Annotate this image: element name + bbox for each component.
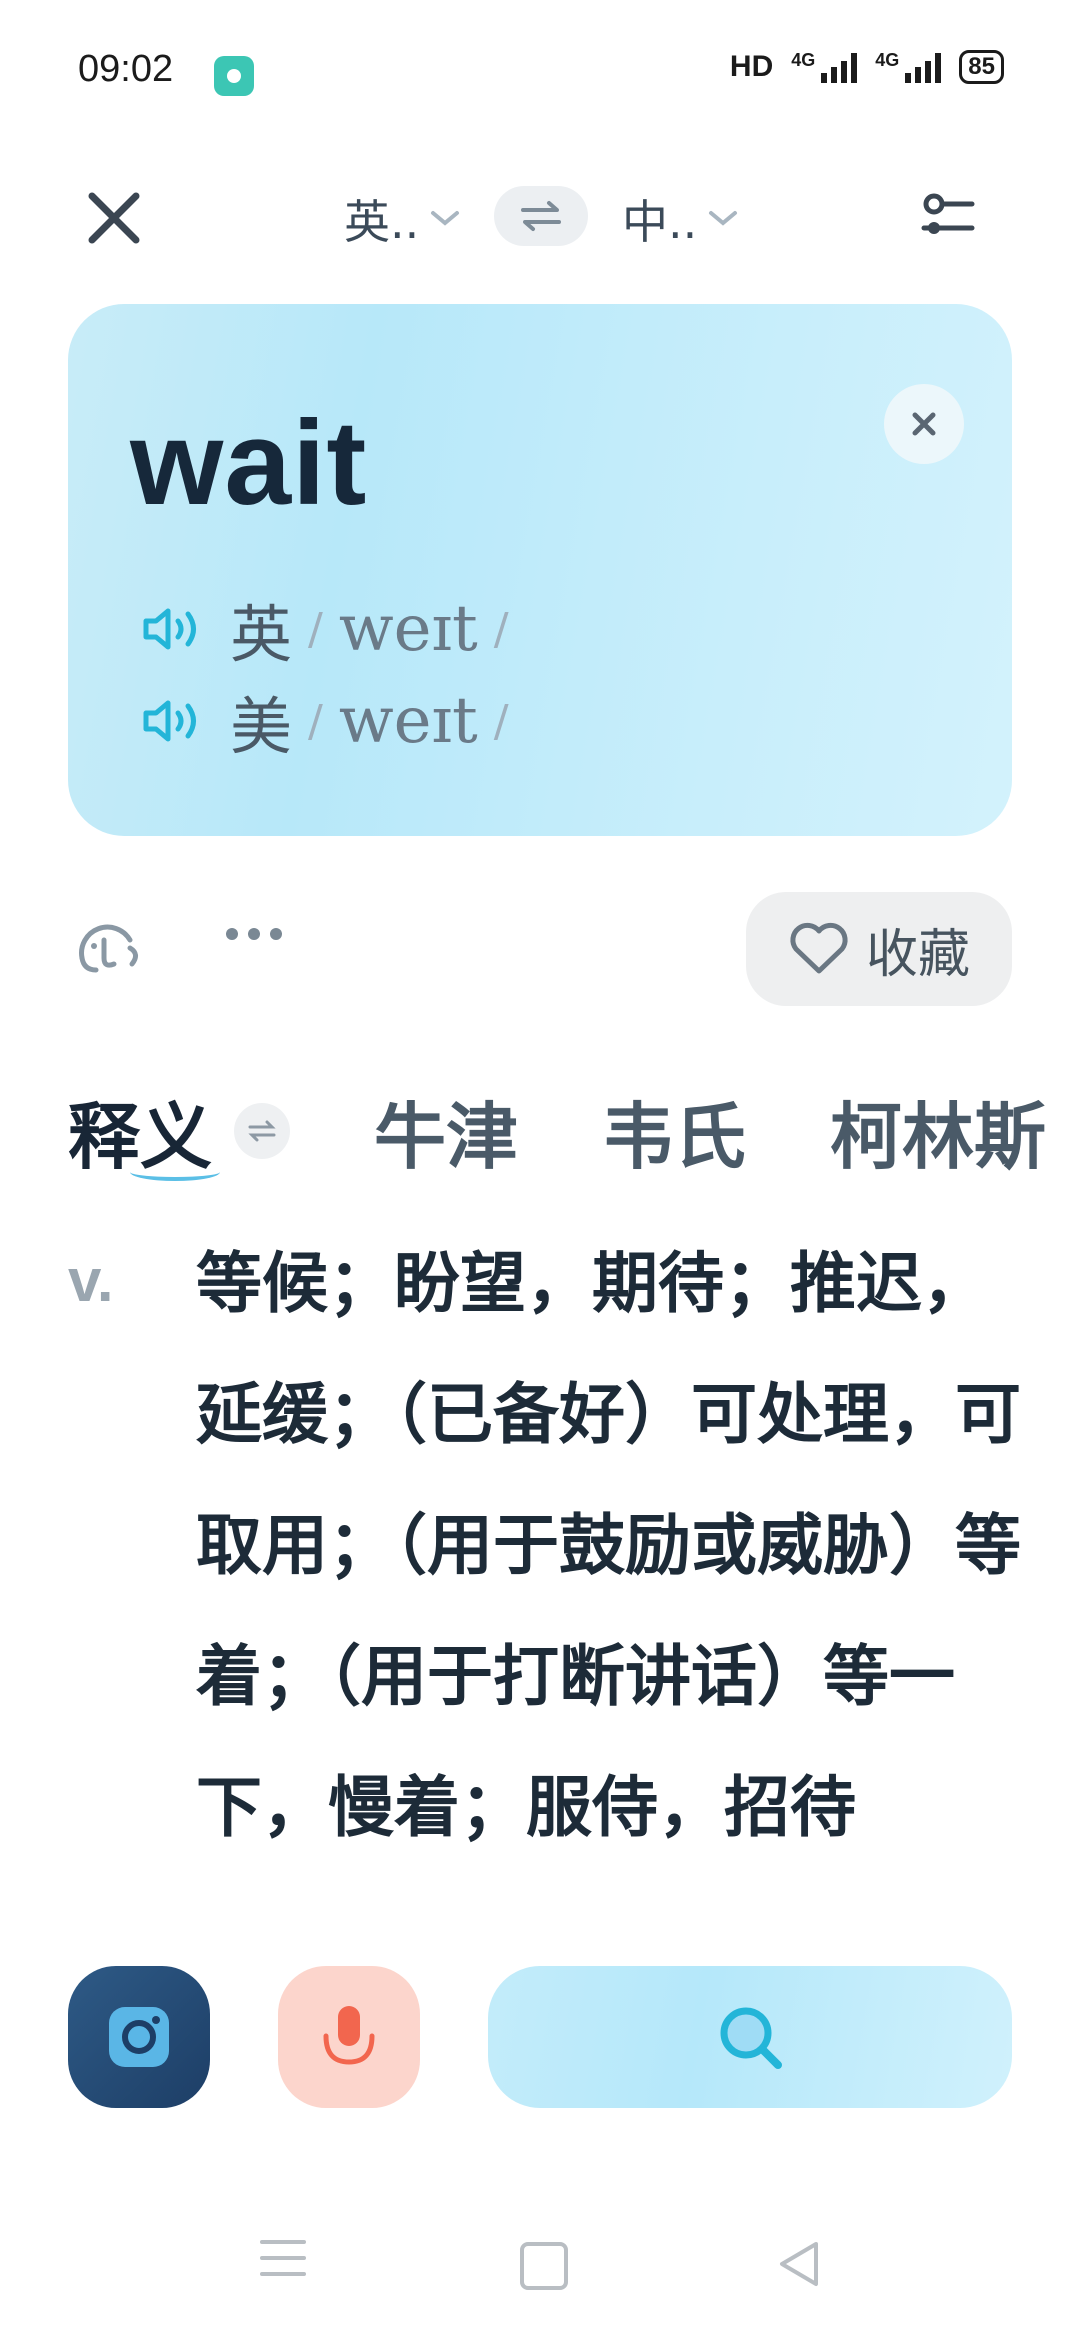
ai-assistant-button[interactable] [74,918,146,978]
status-time: 09:02 [78,48,174,90]
signal-icon-1: 4G [791,51,858,83]
nav-home-button[interactable] [520,2242,568,2290]
notification-app-icon [214,56,254,96]
nav-back-button[interactable] [774,2238,822,2290]
headword: wait [130,396,368,530]
pronunciation-us[interactable]: 美 / weɪt / [142,676,509,766]
swap-icon [248,1120,276,1141]
close-button[interactable] [82,186,146,250]
definition-scroll-area[interactable]: 等候；盼望，期待；推迟，延缓；（已备好）可处理，可取用；（用于鼓励或威胁）等着；… [196,1218,1036,1948]
ipa-slash: / [308,603,323,655]
tab-definition[interactable]: 释义 [68,1078,221,1183]
signal-icon-2: 4G [875,51,942,83]
voice-input-button[interactable] [278,1966,420,2108]
target-language-label: 中.. [622,195,698,249]
pron-us-label: 美 [230,690,293,763]
more-options-button[interactable] [226,928,282,940]
status-indicators: HD 4G 4G 85 [730,50,1004,84]
favorite-label: 收藏 [865,924,970,985]
pron-uk-label: 英 [230,598,293,671]
palette-icon [79,924,138,973]
speaker-icon [143,700,196,742]
swap-icon [521,201,561,231]
more-dot-icon [248,928,260,940]
definition-toggle-button[interactable] [234,1102,291,1159]
definition-text: 等候；盼望，期待；推迟，延缓；（已备好）可处理，可取用；（用于鼓励或威胁）等着；… [196,1245,1021,1846]
camera-icon [109,2007,169,2067]
nav-recent-apps-button[interactable] [260,2240,306,2288]
source-language-select[interactable]: 英.. [344,186,461,252]
tab-collins[interactable]: 柯林斯 [830,1078,1046,1183]
more-dot-icon [226,928,238,940]
target-language-select[interactable]: 中.. [622,186,739,252]
hd-indicator: HD [729,50,774,83]
ipa-slash: / [308,695,323,747]
pron-uk-ipa: weɪt [338,592,478,666]
swap-language-button[interactable] [494,186,588,246]
camera-translate-button[interactable] [68,1966,210,2108]
tab-webster[interactable]: 韦氏 [602,1078,746,1183]
chevron-down-icon [709,211,738,226]
search-icon [720,2007,782,2069]
speaker-icon [143,608,196,650]
chevron-down-icon [431,211,460,226]
pronunciation-uk[interactable]: 英 / weɪt / [142,584,509,674]
close-icon [912,412,936,436]
search-button[interactable] [488,1966,1012,2108]
clear-word-button[interactable] [884,384,964,464]
tab-oxford[interactable]: 牛津 [374,1078,518,1183]
pron-us-ipa: weɪt [338,684,478,758]
heart-icon [790,922,848,974]
more-dot-icon [270,928,282,940]
close-icon [88,192,140,244]
dictionary-tabs: 释义 牛津 韦氏 柯林斯 [68,1078,1046,1183]
part-of-speech: v. [68,1247,114,1314]
microphone-icon [323,2006,375,2065]
settings-icon [921,193,975,234]
back-triangle-icon [780,2242,818,2286]
source-language-label: 英.. [344,195,420,249]
battery-icon: 85 [959,50,1004,84]
settings-button[interactable] [918,188,978,248]
ipa-slash: / [493,603,509,655]
ipa-slash: / [493,695,509,747]
favorite-button[interactable]: 收藏 [746,892,1012,1006]
